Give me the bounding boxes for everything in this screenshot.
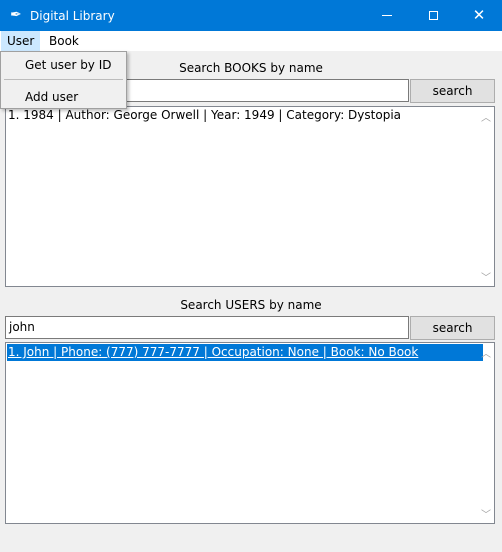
maximize-button[interactable] — [410, 0, 456, 31]
users-search-heading: Search USERS by name — [180, 298, 322, 312]
menu-item-add-user[interactable]: Add user — [25, 89, 78, 105]
list-item[interactable]: 1. John | Phone: (777) 777-7777 | Occupa… — [7, 344, 483, 361]
close-icon: ✕ — [472, 6, 486, 24]
scroll-down-icon[interactable]: ﹀ — [481, 269, 491, 284]
scroll-up-icon[interactable]: ︿ — [481, 109, 491, 124]
menu-separator — [4, 79, 123, 80]
title-bar: ✒ Digital Library ✕ — [0, 0, 502, 31]
users-search-button[interactable]: search — [410, 316, 495, 340]
menu-book[interactable]: Book — [43, 31, 85, 51]
user-menu-dropdown: Get user by ID Add user — [0, 51, 127, 109]
close-button[interactable]: ✕ — [456, 0, 502, 31]
minimize-button[interactable] — [364, 0, 410, 31]
window-title: Digital Library — [30, 9, 115, 23]
menu-user[interactable]: User — [1, 31, 41, 51]
maximize-icon — [428, 11, 438, 20]
minimize-icon — [382, 15, 392, 16]
scroll-up-icon[interactable]: ︿ — [481, 345, 491, 360]
books-search-button[interactable]: search — [410, 79, 495, 103]
users-results-list[interactable]: 1. John | Phone: (777) 777-7777 | Occupa… — [5, 342, 495, 524]
books-results-list[interactable]: 1. 1984 | Author: George Orwell | Year: … — [5, 106, 495, 287]
menu-item-get-user-by-id[interactable]: Get user by ID — [25, 57, 112, 73]
feather-icon: ✒ — [10, 7, 22, 23]
users-search-input[interactable]: john — [5, 316, 409, 339]
scroll-down-icon[interactable]: ﹀ — [481, 506, 491, 521]
menu-bar: User Book — [0, 31, 502, 51]
list-item[interactable]: 1. 1984 | Author: George Orwell | Year: … — [7, 107, 401, 124]
